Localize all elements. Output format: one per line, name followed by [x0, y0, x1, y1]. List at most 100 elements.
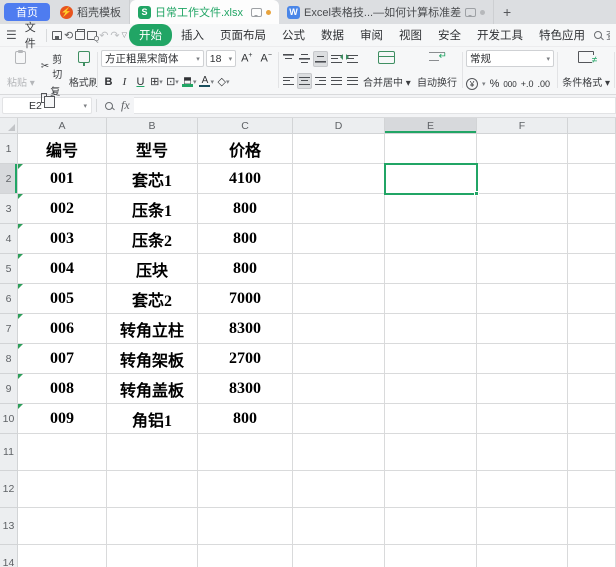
- cell-C6[interactable]: 7000: [198, 284, 293, 314]
- cell-D14[interactable]: [293, 545, 385, 567]
- cell-B3[interactable]: 压条1: [107, 194, 198, 224]
- row-header-10[interactable]: 10: [0, 404, 18, 434]
- row-header-6[interactable]: 6: [0, 284, 18, 314]
- cell-A9[interactable]: 008: [18, 374, 107, 404]
- cell-C3[interactable]: 800: [198, 194, 293, 224]
- cell-G4[interactable]: [568, 224, 616, 254]
- cell-D13[interactable]: [293, 508, 385, 545]
- font-size-select[interactable]: 18▾: [206, 50, 236, 67]
- cell-F10[interactable]: [477, 404, 568, 434]
- undo-button[interactable]: ↶: [99, 28, 108, 43]
- paste-button[interactable]: 粘贴 ▾: [4, 49, 38, 91]
- italic-button[interactable]: I: [117, 73, 132, 90]
- cut-button[interactable]: ✂ 剪切: [38, 50, 66, 82]
- align-top-button[interactable]: [281, 51, 296, 67]
- align-center-button[interactable]: [297, 73, 312, 89]
- cell-A12[interactable]: [18, 471, 107, 508]
- cell-B8[interactable]: 转角架板: [107, 344, 198, 374]
- underline-button[interactable]: U: [133, 73, 148, 90]
- cell-C12[interactable]: [198, 471, 293, 508]
- cell-G12[interactable]: [568, 471, 616, 508]
- comment-bubble-icon[interactable]: [465, 8, 476, 17]
- cell-D10[interactable]: [293, 404, 385, 434]
- cell-D12[interactable]: [293, 471, 385, 508]
- number-format-select[interactable]: 常规▾: [466, 50, 554, 67]
- cell-C8[interactable]: 2700: [198, 344, 293, 374]
- cell-E9[interactable]: [385, 374, 477, 404]
- row-header-5[interactable]: 5: [0, 254, 18, 284]
- row-header-1[interactable]: 1: [0, 134, 18, 164]
- cell-A5[interactable]: 004: [18, 254, 107, 284]
- row-header-11[interactable]: 11: [0, 434, 18, 471]
- cell-B9[interactable]: 转角盖板: [107, 374, 198, 404]
- menu-tab-special-features[interactable]: 特色应用: [532, 24, 592, 46]
- cell-A11[interactable]: [18, 434, 107, 471]
- cell-D2[interactable]: [293, 164, 385, 194]
- cell-D3[interactable]: [293, 194, 385, 224]
- cell-A2[interactable]: 001: [18, 164, 107, 194]
- cell-D7[interactable]: [293, 314, 385, 344]
- cell-C10[interactable]: 800: [198, 404, 293, 434]
- cell-F6[interactable]: [477, 284, 568, 314]
- conditional-format-button[interactable]: 条件格式 ▾: [559, 49, 613, 91]
- comment-bubble-icon[interactable]: [251, 8, 262, 17]
- borders-button[interactable]: ⊞▾: [149, 73, 164, 90]
- cell-F3[interactable]: [477, 194, 568, 224]
- row-header-9[interactable]: 9: [0, 374, 18, 404]
- row-header-13[interactable]: 13: [0, 508, 18, 545]
- tab-docer-templates[interactable]: ⚡ 稻壳模板: [52, 0, 130, 24]
- cell-B11[interactable]: [107, 434, 198, 471]
- cell-A13[interactable]: [18, 508, 107, 545]
- cell-D5[interactable]: [293, 254, 385, 284]
- cell-B6[interactable]: 套芯2: [107, 284, 198, 314]
- menu-tab-data[interactable]: 数据: [314, 24, 351, 46]
- cell-C5[interactable]: 800: [198, 254, 293, 284]
- cell-C9[interactable]: 8300: [198, 374, 293, 404]
- cell-E10[interactable]: [385, 404, 477, 434]
- cell-G3[interactable]: [568, 194, 616, 224]
- cell-A4[interactable]: 003: [18, 224, 107, 254]
- cell-G5[interactable]: [568, 254, 616, 284]
- menu-tab-page-layout[interactable]: 页面布局: [213, 24, 273, 46]
- cell-G2[interactable]: [568, 164, 616, 194]
- menu-tab-view[interactable]: 视图: [392, 24, 429, 46]
- column-header-clipped[interactable]: [568, 118, 616, 134]
- print-button[interactable]: [75, 28, 85, 43]
- cell-G6[interactable]: [568, 284, 616, 314]
- column-header-E[interactable]: E: [385, 118, 477, 134]
- new-tab-button[interactable]: +: [494, 0, 520, 24]
- tab-daily-work-file[interactable]: S 日常工作文件.xlsx: [130, 0, 279, 24]
- currency-format-button[interactable]: ¥: [466, 78, 478, 90]
- formula-input[interactable]: [134, 97, 616, 114]
- cell-C1[interactable]: 价格: [198, 134, 293, 164]
- font-name-select[interactable]: 方正粗黑宋简体▾: [101, 50, 204, 67]
- cell-C14[interactable]: [198, 545, 293, 567]
- bold-button[interactable]: B: [101, 73, 116, 90]
- distributed-button[interactable]: [345, 73, 360, 89]
- cell-D11[interactable]: [293, 434, 385, 471]
- align-right-button[interactable]: [313, 73, 328, 89]
- select-all-corner[interactable]: [0, 118, 18, 134]
- cell-D1[interactable]: [293, 134, 385, 164]
- cell-G10[interactable]: [568, 404, 616, 434]
- justify-button[interactable]: [329, 73, 344, 89]
- cell-F1[interactable]: [477, 134, 568, 164]
- cell-D4[interactable]: [293, 224, 385, 254]
- cell-A8[interactable]: 007: [18, 344, 107, 374]
- cell-F14[interactable]: [477, 545, 568, 567]
- cell-E13[interactable]: [385, 508, 477, 545]
- align-left-button[interactable]: [281, 73, 296, 89]
- cell-D8[interactable]: [293, 344, 385, 374]
- cell-G11[interactable]: [568, 434, 616, 471]
- cell-B13[interactable]: [107, 508, 198, 545]
- file-menu-button[interactable]: 文件: [21, 17, 40, 53]
- tab-excel-tips-doc[interactable]: W Excel表格技...—如何计算标准差: [279, 0, 494, 24]
- fill-handle[interactable]: [474, 191, 479, 196]
- row-header-7[interactable]: 7: [0, 314, 18, 344]
- menu-tab-review[interactable]: 审阅: [353, 24, 390, 46]
- fill-color-button[interactable]: ⬒▾: [181, 73, 198, 90]
- merge-center-button[interactable]: 合并居中 ▾: [361, 49, 413, 91]
- cell-D9[interactable]: [293, 374, 385, 404]
- decrease-font-button[interactable]: A−: [258, 52, 275, 65]
- cell-B7[interactable]: 转角立柱: [107, 314, 198, 344]
